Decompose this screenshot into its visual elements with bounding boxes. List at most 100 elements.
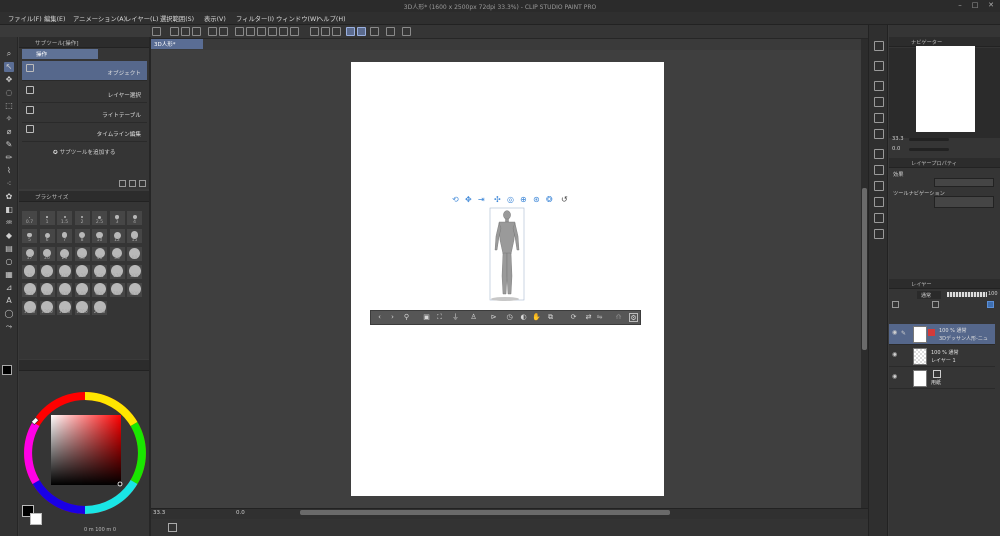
flip-icon[interactable]: ⇄ (584, 313, 593, 322)
snap-special-ruler-icon[interactable] (357, 27, 366, 36)
material-color-icon[interactable] (874, 97, 884, 107)
new-file-icon[interactable] (170, 27, 179, 36)
brush-size-cell[interactable]: 30 (74, 247, 90, 261)
move-plane-icon[interactable]: ✣ (494, 195, 501, 204)
eye-icon[interactable]: ◉ (892, 374, 898, 380)
rotate-z-icon[interactable]: ⊛ (533, 195, 540, 204)
brush-size-cell[interactable]: 50 (109, 247, 125, 261)
brush-size-cell[interactable]: 1.5 (57, 211, 72, 225)
effect-buttons[interactable] (934, 178, 994, 187)
new-subtool-icon[interactable] (129, 180, 136, 187)
horizontal-scroll-thumb[interactable] (300, 510, 670, 515)
menu-filter[interactable]: フィルター(I) (236, 14, 274, 23)
material-hand-icon[interactable] (874, 181, 884, 191)
navigator-zoom-slider[interactable] (909, 138, 949, 141)
operation-tool-icon[interactable]: ↖ (4, 62, 14, 72)
3d-drawing-figure[interactable] (486, 206, 528, 302)
menu-view[interactable]: 表示(V) (204, 14, 226, 23)
vertical-scroll-thumb[interactable] (862, 188, 867, 350)
pen-tool-icon[interactable]: ✎ (4, 140, 14, 150)
balloon-tool-icon[interactable]: ◯ (4, 309, 14, 319)
navigator-thumbnail[interactable] (916, 46, 975, 132)
body-icon[interactable]: ⇋ (595, 313, 604, 322)
material-brush-icon[interactable] (874, 213, 884, 223)
brush-size-cell[interactable]: 40 (92, 247, 107, 261)
copy-subtool-icon[interactable] (119, 180, 126, 187)
brush-size-cell[interactable]: 10 (92, 229, 107, 243)
add-subtool-button[interactable]: ✪ サブツールを追加する (53, 148, 115, 156)
subtool-group-tab[interactable]: 操作 (22, 49, 98, 59)
brush-size-cell[interactable]: 8 (74, 229, 90, 243)
brush-size-cell[interactable]: 3 (109, 211, 125, 225)
eye-icon[interactable]: ◉ (892, 330, 898, 336)
rotate-camera-icon[interactable]: ⟲ (452, 195, 459, 204)
clear-icon[interactable] (246, 27, 255, 36)
correct-line-tool-icon[interactable]: ⤳ (4, 322, 14, 332)
brush-size-cell[interactable]: 70 (22, 265, 37, 279)
brush-size-cell[interactable]: 5 (22, 229, 37, 243)
register-pose-icon[interactable]: ⧉ (546, 313, 555, 322)
fix-root-icon[interactable]: ⟰ (614, 313, 623, 322)
camera-settings-icon[interactable]: ⚲ (402, 313, 411, 322)
material-pose-icon[interactable] (874, 165, 884, 175)
clip-studio-icon[interactable] (152, 27, 161, 36)
edit-icon[interactable] (402, 27, 411, 36)
settings-icon[interactable] (235, 27, 244, 36)
brush-size-cell[interactable]: 6 (39, 229, 55, 243)
brush-size-cell[interactable]: 170 (109, 265, 125, 279)
brush-size-cell[interactable]: 800 (127, 283, 142, 297)
material-icon[interactable] (874, 61, 884, 71)
transform-icon[interactable] (257, 27, 266, 36)
subtool-item-object[interactable]: オブジェクト (22, 61, 147, 81)
lock-icon[interactable] (386, 27, 395, 36)
brush-size-cell[interactable]: 500 (74, 283, 90, 297)
menu-animation[interactable]: アニメーション(A) (73, 14, 126, 23)
brush-size-cell[interactable]: 2 (74, 211, 90, 225)
brush-size-cell[interactable]: 1200 (39, 301, 55, 315)
fit-to-object-icon[interactable]: ⛶ (435, 313, 444, 322)
brush-size-cell[interactable]: 2000 (92, 301, 107, 315)
material-bg-icon[interactable] (874, 197, 884, 207)
rotate-model-icon[interactable]: ⟳ (569, 313, 578, 322)
ruler-tool-icon[interactable]: ⊿ (4, 283, 14, 293)
opacity-value[interactable]: 100 (988, 291, 998, 297)
navigator-angle[interactable]: 0.0 (892, 146, 900, 152)
dolly-camera-icon[interactable]: ⇥ (478, 195, 485, 204)
brush-size-cell[interactable]: 400 (57, 283, 72, 297)
menu-layer[interactable]: レイヤー(L) (125, 14, 158, 23)
timeline-toggle-icon[interactable] (168, 523, 177, 532)
material-folder-icon[interactable] (874, 81, 884, 91)
fill-tool-icon[interactable]: ◆ (4, 231, 14, 241)
brush-tool-icon[interactable]: ⌇ (4, 166, 14, 176)
brush-size-cell[interactable]: 1700 (74, 301, 90, 315)
eye-icon[interactable]: ◉ (892, 352, 898, 358)
move-layer-tool-icon[interactable]: ✥ (4, 75, 14, 85)
subtool-item-layer-select[interactable]: レイヤー選択 (22, 83, 147, 103)
redo-icon[interactable] (219, 27, 228, 36)
material-3d-icon[interactable] (874, 149, 884, 159)
body-shape-icon[interactable]: ◐ (519, 313, 528, 322)
subtool-item-timeline-edit[interactable]: タイムライン編集 (22, 122, 147, 142)
material-tag-icon[interactable] (874, 229, 884, 239)
brush-size-cell[interactable]: 60 (127, 247, 142, 261)
brush-size-cell[interactable]: 15 (127, 229, 142, 243)
reset-icon[interactable]: ◷ (505, 313, 514, 322)
search-icon[interactable] (874, 41, 884, 51)
brush-size-cell[interactable]: 7 (57, 229, 72, 243)
fit-to-screen-icon[interactable]: ▣ (422, 313, 431, 322)
blend-tool-icon[interactable]: ♒ (4, 218, 14, 228)
layer-row-3d[interactable]: ◉ ✎ 100 % 通常 3Dデッサン人形-ニュ (889, 324, 995, 345)
brush-size-cell[interactable]: 20 (39, 247, 55, 261)
navigator-zoom[interactable]: 33.3 (892, 136, 904, 142)
main-color-swatch[interactable] (2, 365, 12, 375)
sub-color-chip[interactable] (30, 513, 42, 525)
new-layer-icon[interactable] (932, 301, 939, 308)
menu-window[interactable]: ウィンドウ(W) (276, 14, 319, 23)
open-file-icon[interactable] (181, 27, 190, 36)
menu-edit[interactable]: 編集(E) (44, 14, 66, 23)
show-selection-icon[interactable] (321, 27, 330, 36)
next-icon[interactable]: › (388, 313, 397, 322)
ground-icon[interactable]: ⏚ (451, 313, 460, 322)
layer-lock-icon[interactable] (892, 301, 899, 308)
color-wheel[interactable] (19, 380, 149, 520)
